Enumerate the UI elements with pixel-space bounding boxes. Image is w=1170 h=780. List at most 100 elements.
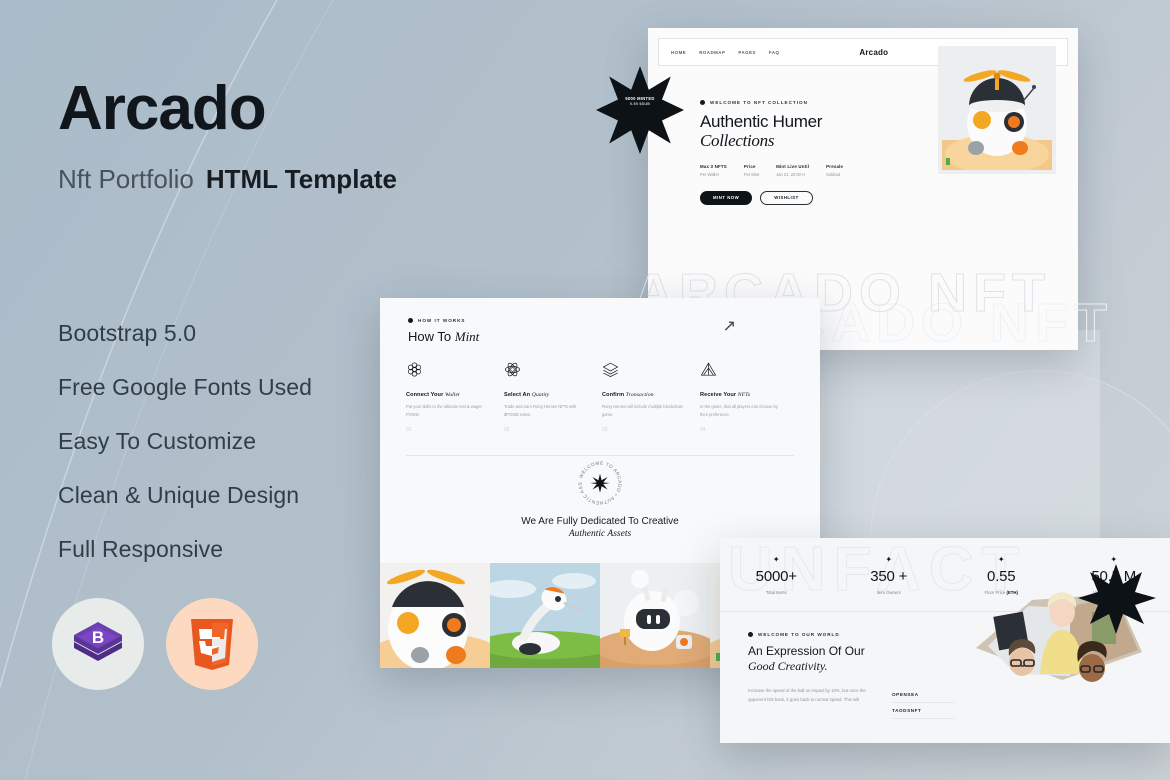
bootstrap-badge: B xyxy=(52,598,144,690)
nav-item-pages[interactable]: PAGES xyxy=(738,50,756,55)
step-description: Put your skills to the ultimate test & w… xyxy=(406,404,482,417)
gallery-item[interactable] xyxy=(600,563,710,668)
list-item: Bootstrap 5.0 xyxy=(58,320,197,346)
subtitle-light: Nft Portfolio xyxy=(58,164,194,194)
minted-star-badge xyxy=(596,66,684,154)
arrow-northeast-icon[interactable]: ↗ xyxy=(723,316,736,336)
hero-stat: Presale Soldout xyxy=(826,164,843,177)
minted-star-text: 5000 MINTED 0.55 $SUB xyxy=(596,96,684,108)
stat-item: ✦ 5000+ Total Items xyxy=(720,555,833,596)
mid-heading-italic: Mint xyxy=(454,329,480,344)
step-item: Select An Quatity Trade and earn Rong He… xyxy=(504,361,602,433)
page-title: Arcado xyxy=(58,74,267,143)
html5-icon xyxy=(191,619,233,670)
svg-text:B: B xyxy=(92,628,104,647)
nav-item-faq[interactable]: FAQ xyxy=(769,50,780,55)
hero-stat-value: Per Wallet xyxy=(700,171,719,177)
step-title-italic: NFTs xyxy=(737,392,751,398)
br-eyebrow-label: WELCOME TO OUR WORLD xyxy=(758,632,840,637)
step-number: 02 xyxy=(504,427,510,434)
bullet-dot-icon xyxy=(700,100,705,105)
tech-badges: B xyxy=(52,598,258,690)
stat-item: ✦ 350 + Item Owners xyxy=(833,555,946,596)
nav-item-home[interactable]: HOME xyxy=(671,50,686,55)
mid-eyebrow-label: HOW IT WORKS xyxy=(418,318,466,323)
background-sheet xyxy=(800,330,1100,560)
stat-label: Item Owners xyxy=(876,590,901,595)
gallery-item[interactable] xyxy=(380,563,490,668)
stat-label: Total Items xyxy=(765,590,787,595)
mid-header: HOW IT WORKS How To Mint xyxy=(380,298,820,345)
stat-value: 350 + xyxy=(870,568,908,585)
nav-item-roadmap[interactable]: ROADMAP xyxy=(699,50,725,55)
team-photo-collage xyxy=(976,564,1156,682)
step-item: Receive Your NFTs In the game, that all … xyxy=(700,361,798,433)
left-info-panel: Arcado Nft Portfolio HTML Template xyxy=(58,78,478,195)
hero-stat-label: Price xyxy=(743,164,756,170)
hero-stat: Price Per Mint xyxy=(744,164,759,177)
step-title-plain: Confirm xyxy=(602,392,626,398)
flower-hex-icon xyxy=(408,362,421,377)
list-item: Free Google Fonts Used xyxy=(58,374,313,400)
step-title-italic: Wallet xyxy=(445,392,460,398)
layers-icon xyxy=(602,362,619,377)
mid-heading-plain: How To xyxy=(408,329,455,344)
step-title: Confirm Transaction xyxy=(602,392,686,398)
step-description: In the game, that all players can choose… xyxy=(700,404,778,417)
circular-text-badge: WELCOME TO ARCADO • AUTHENTIC ASSETS • xyxy=(573,456,622,505)
html5-badge xyxy=(166,598,258,690)
step-title: Receive Your NFTs xyxy=(700,392,784,398)
br-paragraph: Increase the speed of the ball on impact… xyxy=(748,688,866,702)
page-subtitle: Nft Portfolio HTML Template xyxy=(58,164,478,195)
step-description: Trade and earn Rong Heroes NFTs with $PO… xyxy=(504,404,577,417)
step-number: 04 xyxy=(700,427,706,434)
feature-list: Bootstrap 5.0 Free Google Fonts Used Eas… xyxy=(58,320,312,590)
hero-stat-value: Soldout xyxy=(826,171,841,177)
step-title: Connect Your Wallet xyxy=(406,392,490,398)
hero-stat: Max 3 NFTS Per Wallet xyxy=(700,164,727,177)
hero-stat-value: Jan 21, 22:00 H xyxy=(776,171,806,177)
hero-stat-label: Max 3 NFTS xyxy=(700,164,727,170)
step-description: Rong Heroes will include multiple blockc… xyxy=(602,404,683,417)
hero-nft-image xyxy=(938,46,1056,174)
step-item: Confirm Transaction Rong Heroes will inc… xyxy=(602,361,700,433)
step-title-plain: Select An xyxy=(504,392,532,398)
minted-price: 0.55 $SUB xyxy=(629,102,651,107)
gallery-item[interactable] xyxy=(490,563,600,668)
br-links: OPENSEA TAODSNFT xyxy=(892,687,954,720)
list-item: Easy To Customize xyxy=(58,428,257,454)
sparkle-icon: ✦ xyxy=(885,555,893,564)
nav-menu: HOME ROADMAP PAGES FAQ xyxy=(671,50,779,55)
step-title-italic: Quatity xyxy=(531,392,550,398)
mid-eyebrow: HOW IT WORKS xyxy=(408,318,820,323)
hero-stat-label: Mint Live Until xyxy=(776,164,810,170)
triangle-icon xyxy=(700,362,717,376)
stats-mockup: UNFACT ✦ 5000+ Total Items ✦ 350 + Item … xyxy=(720,535,1170,743)
mint-now-button[interactable]: MINT NOW xyxy=(700,190,753,205)
wishlist-button[interactable]: WISHLIST xyxy=(760,190,813,205)
hero-stat-label: Presale xyxy=(826,164,844,170)
bullet-dot-icon xyxy=(408,318,413,323)
hero-stat: Mint Live Until Jan 21, 22:00 H xyxy=(776,164,809,177)
bullet-dot-icon xyxy=(748,632,753,637)
sparkle-icon: ✦ xyxy=(772,555,780,564)
step-title-plain: Connect Your xyxy=(406,392,446,398)
atom-icon xyxy=(505,362,520,377)
link-taodsnft[interactable]: TAODSNFT xyxy=(892,703,954,720)
step-title: Select An Quatity xyxy=(504,392,588,398)
bootstrap-icon: B xyxy=(74,622,122,661)
list-item: Full Responsive xyxy=(58,536,224,562)
step-item: Connect Your Wallet Put your skills to t… xyxy=(406,361,504,433)
br-columns: Increase the speed of the ball on impact… xyxy=(748,687,1170,720)
step-number: 01 xyxy=(406,427,412,434)
step-number: 03 xyxy=(602,427,608,434)
stat-value: 5000+ xyxy=(755,568,797,585)
step-title-italic: Transaction xyxy=(625,392,654,398)
link-opensea[interactable]: OPENSEA xyxy=(892,687,954,704)
subtitle-bold: HTML Template xyxy=(205,164,397,194)
steps-row: Connect Your Wallet Put your skills to t… xyxy=(380,345,820,433)
hero-eyebrow-label: WELCOME TO NFT COLLECTION xyxy=(710,100,808,105)
mid-heading: How To Mint xyxy=(408,329,820,345)
tagline-line1: We Are Fully Dedicated To Creative xyxy=(521,516,679,527)
list-item: Clean & Unique Design xyxy=(58,482,300,508)
